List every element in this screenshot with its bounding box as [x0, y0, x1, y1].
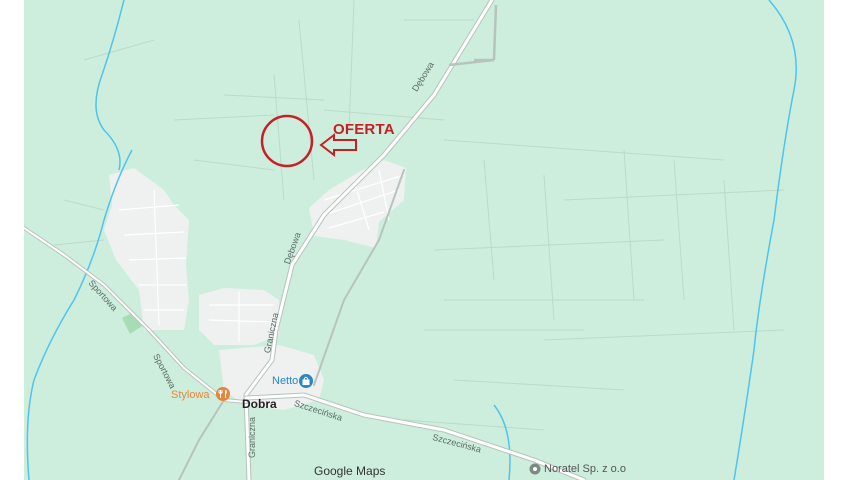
restaurant-label[interactable]: Stylowa: [171, 389, 210, 401]
offer-label: OFERTA: [333, 121, 395, 138]
shopping-bag-icon: [299, 374, 313, 388]
restaurant-icon: [216, 387, 230, 401]
map-canvas[interactable]: Dębowa Dębowa Graniczna Graniczna Sporto…: [24, 0, 824, 480]
offer-location-circle: [260, 114, 314, 168]
town-label: Dobra: [242, 397, 277, 411]
supermarket-label[interactable]: Netto: [272, 375, 298, 387]
map-pin-icon: [529, 463, 541, 475]
company-label[interactable]: Noratel Sp. z o.o: [544, 463, 626, 475]
street-label-graniczna-south: Graniczna: [247, 416, 257, 458]
map-attribution: Google Maps: [314, 464, 386, 478]
offer-arrow-icon: [319, 132, 357, 158]
